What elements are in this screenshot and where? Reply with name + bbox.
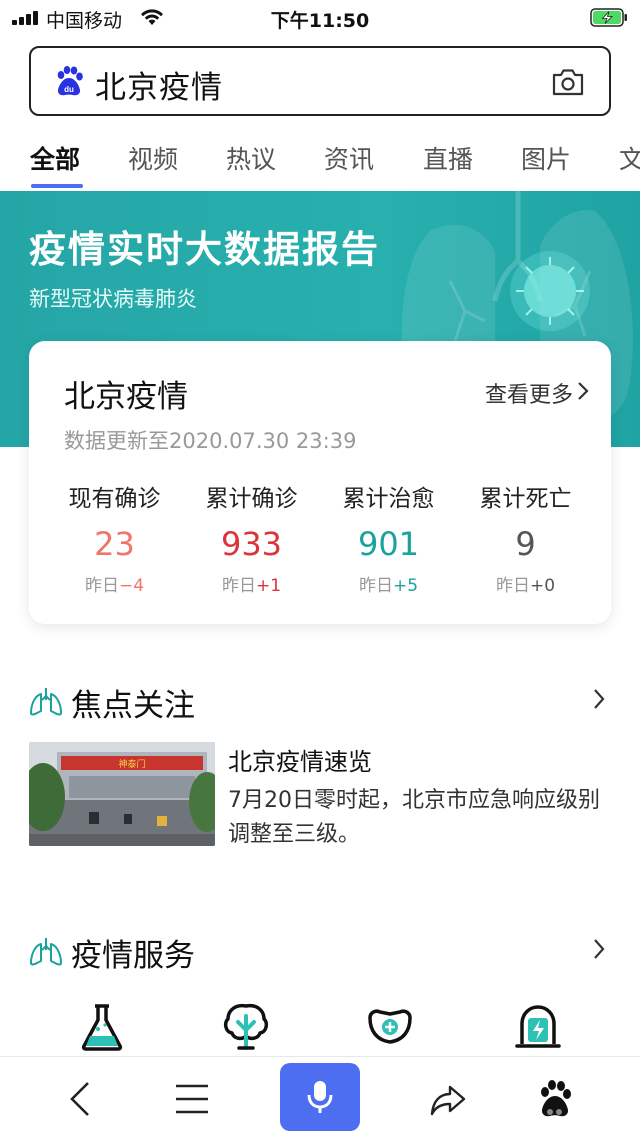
svg-text:du: du — [64, 85, 74, 94]
stat-label: 累计治愈 — [342, 486, 435, 512]
status-time: 下午11:50 — [270, 10, 370, 32]
voice-search-button[interactable] — [280, 1063, 360, 1131]
camera-icon[interactable] — [551, 67, 585, 97]
stat-delta-prefix: 昨日 — [495, 576, 530, 596]
lungs-icon — [30, 938, 62, 966]
stat-total-confirmed: 累计确诊 933 昨日+1 — [183, 479, 320, 596]
services-section-title: 疫情服务 — [71, 938, 195, 974]
stat-label: 现有确诊 — [68, 486, 161, 512]
news-title[interactable]: 北京疫情速览 — [228, 742, 372, 777]
tab-images[interactable]: 图片 — [521, 140, 571, 176]
card-title: 北京疫情 — [64, 379, 188, 415]
stat-value: 901 — [357, 525, 420, 563]
news-thumbnail[interactable]: 神泰门 — [29, 742, 215, 846]
update-time: 数据更新至2020.07.30 23:39 — [64, 429, 357, 453]
stat-label: 累计死亡 — [479, 486, 572, 512]
tab-wenku[interactable]: 文 — [619, 140, 640, 176]
stat-delta-value: +1 — [255, 576, 282, 596]
share-icon[interactable] — [428, 1079, 468, 1119]
stat-delta: 昨日−4 — [46, 571, 183, 596]
focus-section-title: 焦点关注 — [71, 688, 195, 724]
baidu-paw-icon[interactable] — [535, 1079, 575, 1119]
back-icon[interactable] — [62, 1079, 102, 1119]
active-tab-indicator — [31, 184, 83, 188]
stat-delta-value: −4 — [118, 576, 145, 596]
stat-value: 23 — [94, 525, 135, 563]
search-input[interactable]: 北京疫情 — [95, 62, 223, 107]
news-summary: 7月20日零时起，北京市应急响应级别调整至三级。 — [228, 788, 600, 847]
focus-section-header[interactable]: 焦点关注 — [29, 678, 611, 724]
baidu-paw-icon: du — [57, 66, 83, 96]
tab-all[interactable]: 全部 — [30, 140, 80, 176]
tab-bar: 全部 视频 热议 资讯 直播 图片 文 — [0, 128, 640, 192]
stat-delta: 昨日+1 — [183, 571, 320, 596]
see-more-link[interactable]: 查看更多 — [485, 377, 573, 409]
stat-delta-value: +0 — [529, 576, 556, 596]
broccoli-icon[interactable] — [222, 1002, 270, 1052]
stat-current-confirmed: 现有确诊 23 昨日−4 — [46, 479, 183, 596]
stat-value: 9 — [515, 525, 536, 563]
stat-total-deaths: 累计死亡 9 昨日+0 — [457, 479, 594, 596]
thumb-sign-text: 神泰门 — [118, 758, 145, 769]
flask-icon[interactable] — [78, 1002, 126, 1052]
tab-video[interactable]: 视频 — [128, 140, 178, 176]
status-bar: 中国移动 下午11:50 — [0, 0, 640, 36]
stat-delta-prefix: 昨日 — [221, 576, 256, 596]
stat-delta: 昨日+5 — [320, 571, 457, 596]
search-box[interactable]: du 北京疫情 — [29, 46, 611, 116]
bottom-toolbar — [0, 1056, 640, 1138]
chevron-right-icon[interactable] — [593, 938, 605, 960]
beijing-stats-card[interactable]: 北京疫情 查看更多 数据更新至2020.07.30 23:39 现有确诊 23 … — [29, 341, 611, 624]
stat-total-cured: 累计治愈 901 昨日+5 — [320, 479, 457, 596]
stat-value: 933 — [220, 525, 283, 563]
tab-live[interactable]: 直播 — [423, 140, 473, 176]
stat-delta-prefix: 昨日 — [358, 576, 393, 596]
news-item[interactable]: 神泰门 北京疫情速览 7月20日零时起，北京市应急响应级别调整至三级。 — [29, 742, 611, 848]
banner-subtitle: 新型冠状病毒肺炎 — [29, 287, 197, 311]
services-section-header[interactable]: 疫情服务 — [29, 928, 611, 974]
tab-news[interactable]: 资讯 — [324, 140, 374, 176]
chevron-right-icon[interactable] — [577, 381, 589, 401]
mask-icon[interactable] — [366, 1002, 414, 1052]
battery-charging-icon — [590, 8, 627, 27]
menu-icon[interactable] — [172, 1079, 212, 1119]
microphone-icon — [307, 1081, 333, 1113]
stat-label: 累计确诊 — [205, 486, 298, 512]
stat-delta-prefix: 昨日 — [84, 576, 119, 596]
alarm-icon[interactable] — [514, 1002, 562, 1052]
banner-title: 疫情实时大数据报告 — [29, 228, 380, 271]
stat-delta-value: +5 — [392, 576, 419, 596]
stat-delta: 昨日+0 — [457, 571, 594, 596]
chevron-right-icon[interactable] — [593, 688, 605, 710]
tab-discussion[interactable]: 热议 — [226, 140, 276, 176]
lungs-icon — [30, 688, 62, 716]
